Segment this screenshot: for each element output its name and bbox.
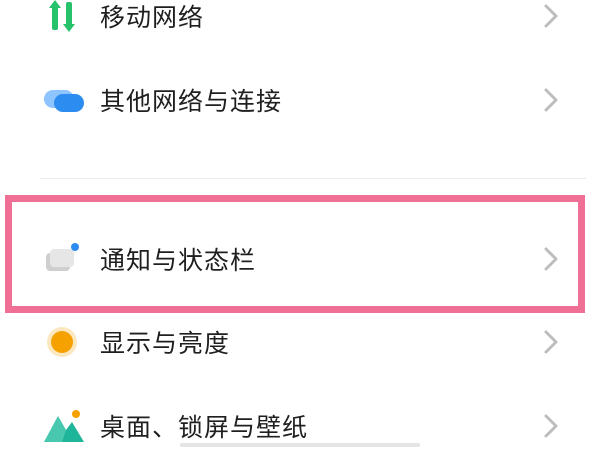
settings-item-display-brightness[interactable]: 显示与亮度	[0, 306, 600, 378]
connections-icon	[40, 80, 88, 120]
settings-item-other-connections[interactable]: 其他网络与连接	[0, 64, 600, 136]
settings-item-label: 其他网络与连接	[100, 87, 283, 116]
highlight-box	[5, 195, 585, 313]
chevron-right-icon	[540, 412, 562, 440]
wallpaper-icon	[40, 406, 88, 446]
display-brightness-icon	[40, 322, 88, 362]
settings-item-label: 显示与亮度	[100, 329, 231, 358]
section-divider	[40, 178, 586, 179]
settings-item-mobile-network[interactable]: 移动网络	[0, 0, 600, 52]
home-indicator	[180, 443, 420, 447]
mobile-data-icon	[40, 0, 88, 36]
chevron-right-icon	[540, 328, 562, 356]
settings-item-label: 桌面、锁屏与壁纸	[100, 413, 309, 442]
settings-item-label: 移动网络	[100, 3, 205, 32]
chevron-right-icon	[540, 86, 562, 114]
settings-screen: 移动网络 其他网络与连接 通知与状态栏 显示与亮度 桌面、锁屏与壁纸	[0, 0, 600, 450]
settings-item-home-lock-wallpaper[interactable]: 桌面、锁屏与壁纸	[0, 390, 600, 450]
chevron-right-icon	[540, 2, 562, 30]
